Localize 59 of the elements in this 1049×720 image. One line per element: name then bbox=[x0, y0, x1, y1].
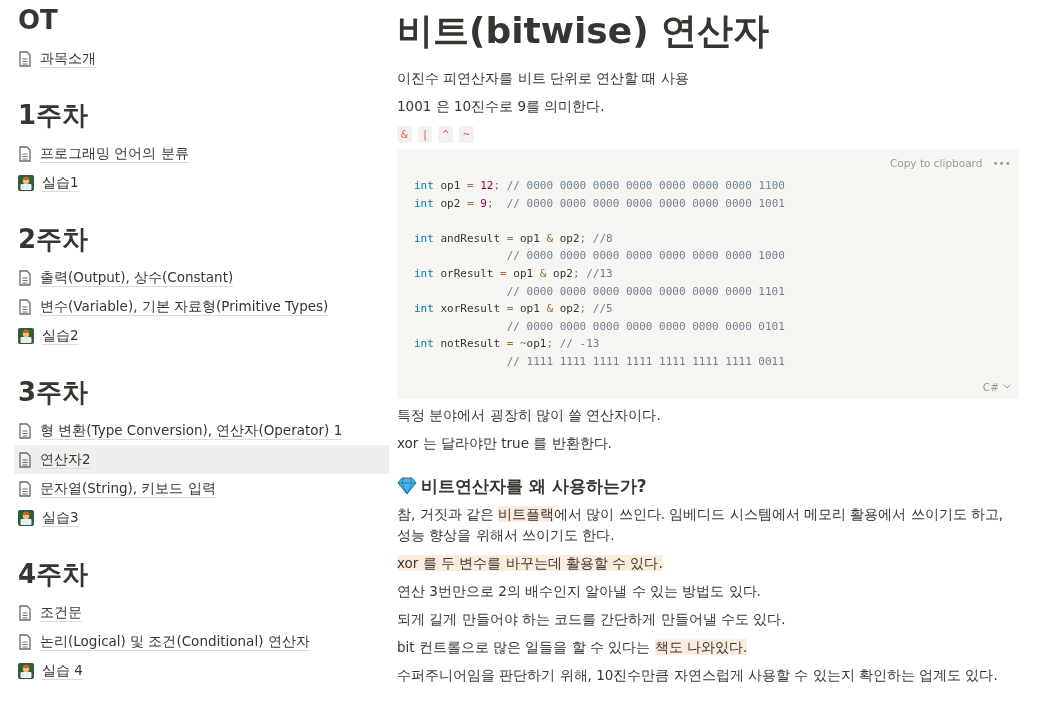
page-icon bbox=[18, 145, 32, 162]
page-link[interactable]: 실습1 bbox=[14, 168, 389, 197]
page-link[interactable]: 실습2 bbox=[14, 321, 389, 350]
code-line: int notResult = ~op1; // -13 bbox=[414, 336, 601, 353]
section-heading: 1주차 bbox=[18, 99, 90, 131]
page-icon bbox=[18, 422, 32, 439]
page-icon bbox=[18, 604, 32, 621]
code-line: // 0000 0000 0000 0000 0000 0000 0000 0101 bbox=[505, 318, 786, 335]
person-laptop-icon bbox=[18, 174, 34, 191]
page-link[interactable]: 논리(Logical) 및 조건(Conditional) 연산자 bbox=[14, 627, 389, 656]
paragraph: xor 를 두 변수를 바꾸는데 활용할 수 있다. bbox=[397, 553, 664, 573]
paragraph: bit 컨트롤으로 많은 일들을 할 수 있다는 책도 나와있다. bbox=[397, 637, 749, 657]
page-title: 비트(bitwise) 연산자 bbox=[397, 10, 771, 52]
code-line: int op2 = 9; // 0000 0000 0000 0000 0000 0000 0000 1001 bbox=[414, 195, 786, 212]
inline-code: | bbox=[417, 126, 433, 143]
paragraph: 특정 분야에서 굉장히 많이 쓸 연산자이다. bbox=[397, 405, 662, 425]
paragraph: xor 는 달라야만 true 를 반환한다. bbox=[397, 433, 613, 453]
code-line: int op1 = 12; // 0000 0000 0000 0000 0000 0000 0000 1100 bbox=[414, 178, 786, 194]
page-link[interactable]: 과목소개 bbox=[14, 44, 389, 73]
code-line: // 0000 0000 0000 0000 0000 0000 0000 1000 bbox=[505, 248, 786, 265]
inline-code: ^ bbox=[438, 126, 453, 143]
person-laptop-icon bbox=[18, 662, 34, 679]
section-heading: 2주차 bbox=[18, 223, 90, 255]
paragraph: 수퍼주니어임을 판단하기 위해, 10진수만큼 자연스럽게 사용할 수 있는지 확인하는 업계도 있다. bbox=[397, 665, 999, 685]
code-line: // 0000 0000 0000 0000 0000 0000 0000 1101 bbox=[505, 283, 786, 300]
section-heading: OT bbox=[18, 4, 59, 36]
person-laptop-icon bbox=[18, 327, 34, 344]
page-link[interactable]: 출력(Output), 상수(Constant) bbox=[14, 263, 389, 292]
page-icon bbox=[18, 50, 32, 67]
section-heading: 4주차 bbox=[18, 558, 90, 590]
page-link[interactable]: 조건문 bbox=[14, 598, 389, 627]
code-line: int orResult = op1 & op2; //13 bbox=[414, 265, 614, 282]
chevron-down-icon bbox=[1003, 384, 1011, 390]
page-icon bbox=[18, 633, 32, 650]
section-heading: 3주차 bbox=[18, 376, 90, 408]
gem-icon bbox=[397, 477, 417, 496]
inline-code: ~ bbox=[458, 126, 474, 143]
page-link[interactable]: 문자열(String), 키보드 입력 bbox=[14, 474, 389, 503]
paragraph: 되게 길게 만들어야 하는 코드를 간단하게 만들어낼 수도 있다. bbox=[397, 609, 787, 629]
page-icon bbox=[18, 269, 32, 286]
paragraph: 이진수 피연산자를 비트 단위로 연산할 때 사용 bbox=[397, 69, 690, 88]
page-link[interactable]: 연산자2 bbox=[14, 445, 389, 474]
section-heading: 비트연산자를 왜 사용하는가? bbox=[421, 474, 647, 498]
page-link[interactable]: 실습 4 bbox=[14, 656, 389, 685]
page-icon bbox=[18, 451, 32, 468]
person-laptop-icon bbox=[18, 509, 34, 526]
page-link[interactable]: 실습3 bbox=[14, 503, 389, 532]
page-link[interactable]: 변수(Variable), 기본 자료형(Primitive Types) bbox=[14, 292, 389, 321]
code-line: int xorResult = op1 & op2; //5 bbox=[414, 301, 614, 318]
paragraph: 1001 은 10진수로 9를 의미한다. bbox=[397, 97, 606, 116]
page-link[interactable]: 프로그래밍 언어의 분류 bbox=[14, 139, 389, 168]
page-icon bbox=[18, 298, 32, 315]
paragraph: 참, 거짓과 같은 비트플랙 에서 많이 쓰인다. 임베디드 시스템에서 메모리 활용에서 쓰이기도 하고, 성능 향상을 위해서 쓰이기도 한다. bbox=[397, 504, 1005, 545]
inline-code: & bbox=[397, 126, 412, 143]
code-line: int andResult = op1 & op2; //8 bbox=[414, 230, 614, 247]
page-icon bbox=[18, 480, 32, 497]
code-line: // 1111 1111 1111 1111 1111 1111 1111 0011 bbox=[505, 353, 786, 370]
paragraph: 연산 3번만으로 2의 배수인지 알아낼 수 있는 방법도 있다. bbox=[397, 581, 762, 601]
page-link[interactable]: 형 변환(Type Conversion), 연산자(Operator) 1 bbox=[14, 416, 389, 445]
